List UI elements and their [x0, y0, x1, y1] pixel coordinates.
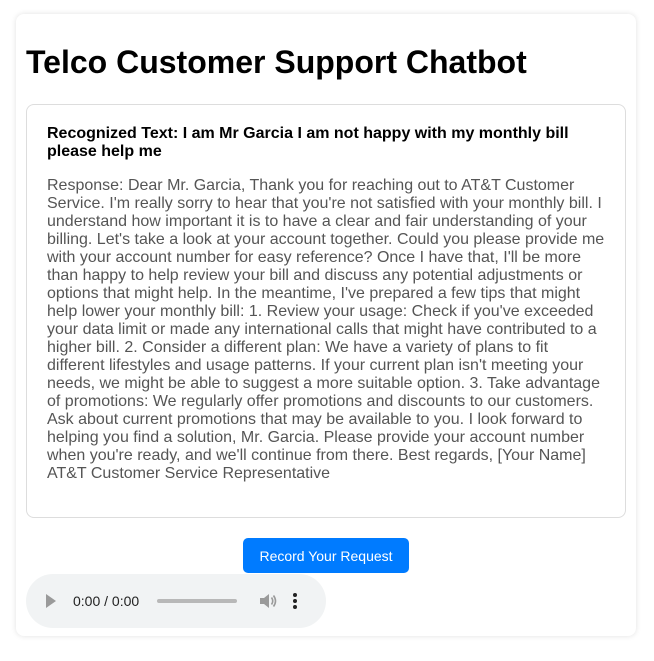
record-request-button[interactable]: Record Your Request: [243, 538, 409, 573]
recognized-text: Recognized Text: I am Mr Garcia I am not…: [47, 125, 569, 160]
page-title: Telco Customer Support Chatbot: [26, 44, 527, 80]
play-icon[interactable]: [46, 594, 56, 608]
audio-player: 0:00 / 0:00: [26, 574, 326, 628]
chatbot-card: Telco Customer Support Chatbot Recognize…: [16, 14, 636, 636]
volume-icon[interactable]: [259, 593, 277, 609]
response-text: Response: Dear Mr. Garcia, Thank you for…: [47, 177, 605, 482]
audio-time-display: 0:00 / 0:00: [73, 593, 140, 609]
transcript-panel: Recognized Text: I am Mr Garcia I am not…: [26, 104, 626, 518]
menu-dot: [293, 605, 298, 609]
menu-dot: [293, 593, 298, 597]
more-vert-icon[interactable]: [293, 593, 298, 609]
menu-dot: [293, 599, 298, 603]
audio-progress-bar[interactable]: [157, 599, 238, 603]
